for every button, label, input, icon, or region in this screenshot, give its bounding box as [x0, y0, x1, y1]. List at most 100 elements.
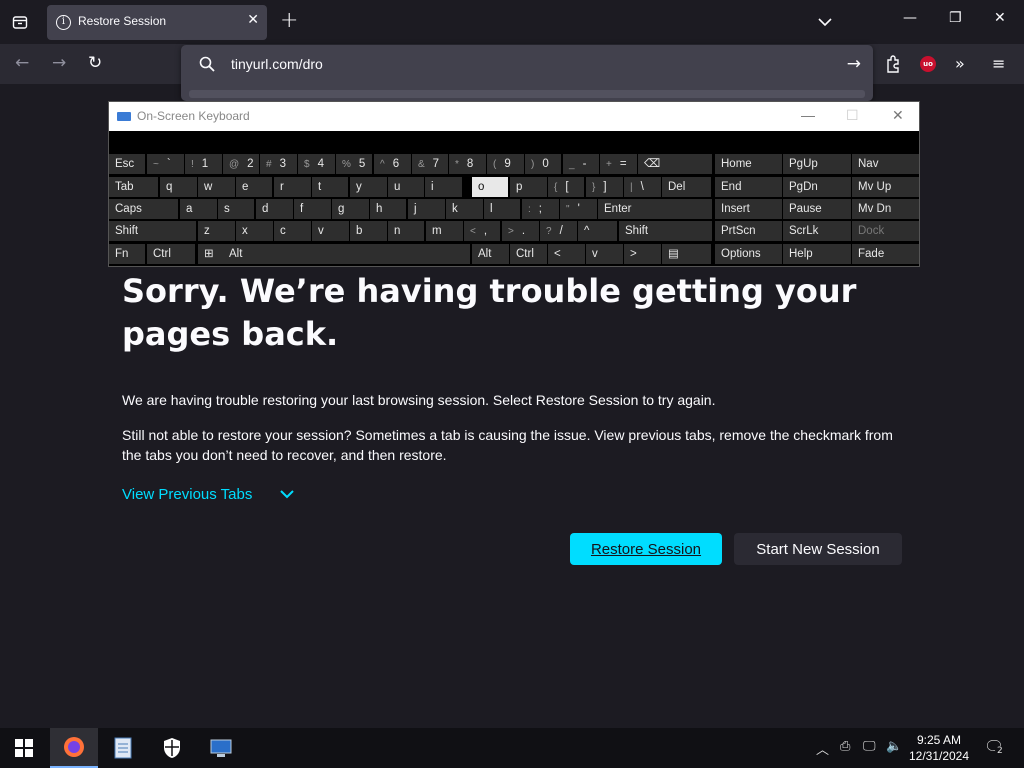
url-input[interactable]	[231, 53, 831, 75]
osk-key[interactable]: ! 1	[185, 154, 222, 174]
osk-key[interactable]: <,	[464, 221, 500, 241]
start-icon[interactable]	[0, 728, 48, 768]
osk-key[interactable]: Esc	[109, 154, 145, 174]
osk-key[interactable]: ^ 6	[374, 154, 411, 174]
chevron-down-icon[interactable]	[818, 12, 832, 31]
extensions-icon[interactable]	[885, 55, 901, 77]
osk-key[interactable]: k	[446, 199, 483, 219]
osk-key[interactable]: r	[274, 177, 311, 197]
osk-key[interactable]: e	[236, 177, 272, 197]
osk-nav-key[interactable]: Nav	[852, 154, 919, 174]
network-icon[interactable]: 🖵	[863, 739, 876, 754]
osk-nav-key[interactable]: ScrLk	[783, 221, 851, 241]
osk-key[interactable]: a	[180, 199, 217, 219]
volume-muted-icon[interactable]: 🔈	[886, 739, 902, 754]
osk-key[interactable]: (9	[487, 154, 524, 174]
osk-key[interactable]: Ctrl	[510, 244, 547, 264]
osk-key[interactable]: Alt	[472, 244, 509, 264]
osk-key[interactable]: Enter	[598, 199, 712, 219]
osk-key[interactable]: * 8	[449, 154, 486, 174]
osk-close-icon[interactable]: ✕	[892, 107, 904, 124]
go-arrow-icon[interactable]: →	[847, 54, 861, 74]
remote-desktop-icon[interactable]	[197, 728, 245, 768]
osk-key[interactable]: <	[548, 244, 585, 264]
osk-key[interactable]: Tab	[109, 177, 158, 197]
osk-key[interactable]: >.	[502, 221, 539, 241]
osk-key[interactable]: :;	[522, 199, 559, 219]
osk-key[interactable]: s	[218, 199, 254, 219]
osk-key[interactable]: x	[236, 221, 273, 241]
osk-key[interactable]: u	[388, 177, 424, 197]
close-tab-icon[interactable]: ✕	[247, 12, 259, 28]
osk-key[interactable]	[261, 244, 470, 264]
osk-key[interactable]: Ctrl	[147, 244, 195, 264]
osk-nav-key[interactable]: Insert	[715, 199, 782, 219]
osk-key[interactable]: % 5	[336, 154, 372, 174]
osk-nav-key[interactable]: Pause	[783, 199, 851, 219]
osk-key[interactable]: w	[198, 177, 235, 197]
osk-key[interactable]: j	[408, 199, 445, 219]
osk-key[interactable]: _ -	[563, 154, 599, 174]
osk-key[interactable]: $4	[298, 154, 335, 174]
osk-key[interactable]: y	[350, 177, 387, 197]
minimize-icon[interactable]: —	[903, 10, 917, 26]
notification-icon[interactable]: 🗨 2	[984, 737, 1005, 756]
osk-key[interactable]: v	[586, 244, 623, 264]
back-icon[interactable]: ←	[15, 53, 29, 73]
osk-nav-key[interactable]: Options	[715, 244, 782, 264]
osk-key[interactable]: b	[350, 221, 387, 241]
reload-icon[interactable]: ↻	[88, 53, 102, 73]
osk-key[interactable]: ^	[578, 221, 617, 241]
osk-key[interactable]: Shift	[109, 221, 196, 241]
osk-key[interactable]: }]	[586, 177, 623, 197]
osk-key[interactable]: ⌫	[638, 154, 712, 174]
tab-list-icon[interactable]	[8, 10, 32, 34]
osk-key[interactable]: g	[332, 199, 369, 219]
osk-key[interactable]: n	[388, 221, 424, 241]
osk-nav-key[interactable]: PgUp	[783, 154, 851, 174]
osk-nav-key[interactable]: PgDn	[783, 177, 851, 197]
tray-chevron-up-icon[interactable]: ︿	[816, 739, 829, 758]
osk-nav-key[interactable]: Home	[715, 154, 782, 174]
osk-nav-key[interactable]: PrtScn	[715, 221, 782, 241]
osk-key[interactable]: & 7	[412, 154, 448, 174]
restore-session-button[interactable]: Restore Session	[570, 533, 722, 565]
osk-key[interactable]: ~ `	[147, 154, 184, 174]
osk-minimize-icon[interactable]: —	[801, 107, 815, 123]
clock[interactable]: 9:25 AM 12/31/2024	[905, 732, 973, 764]
osk-key[interactable]: #3	[260, 154, 297, 174]
osk-key[interactable]: ▤	[662, 244, 711, 264]
security-shield-icon[interactable]	[148, 728, 196, 768]
osk-nav-key[interactable]: Help	[783, 244, 851, 264]
forward-icon[interactable]: →	[52, 53, 66, 73]
osk-key[interactable]: @2	[223, 154, 259, 174]
osk-key[interactable]: {[	[548, 177, 584, 197]
osk-nav-key[interactable]: Fade	[852, 244, 919, 264]
osk-key[interactable]: m	[426, 221, 463, 241]
osk-key[interactable]: q	[160, 177, 197, 197]
overflow-menu-icon[interactable]: »	[955, 54, 965, 73]
osk-nav-key[interactable]: Mv Dn	[852, 199, 919, 219]
osk-key[interactable]: f	[294, 199, 331, 219]
firefox-icon[interactable]	[50, 728, 98, 768]
tab-restore-session[interactable]: i Restore Session ✕	[47, 5, 267, 40]
hamburger-menu-icon[interactable]: ≡	[992, 54, 1005, 73]
start-new-session-button[interactable]: Start New Session	[734, 533, 902, 565]
ublock-icon[interactable]: uo	[920, 56, 936, 72]
suggestion-row[interactable]	[189, 90, 865, 98]
osk-key[interactable]: Fn	[109, 244, 145, 264]
view-previous-tabs-link[interactable]: View Previous Tabs	[122, 486, 294, 503]
osk-key[interactable]: v	[312, 221, 349, 241]
restore-window-icon[interactable]: ❐	[949, 10, 962, 26]
osk-key[interactable]: z	[198, 221, 235, 241]
osk-key[interactable]: p	[510, 177, 547, 197]
osk-key[interactable]: o	[472, 177, 508, 197]
new-tab-icon[interactable]: +	[280, 8, 298, 33]
tray-app-icon[interactable]: ⎙	[840, 739, 850, 754]
osk-key[interactable]: + =	[600, 154, 637, 174]
url-bar[interactable]: →	[181, 45, 873, 101]
osk-nav-key[interactable]: End	[715, 177, 782, 197]
osk-key[interactable]: d	[256, 199, 293, 219]
osk-key[interactable]: ) 0	[525, 154, 561, 174]
osk-key[interactable]: l	[484, 199, 520, 219]
